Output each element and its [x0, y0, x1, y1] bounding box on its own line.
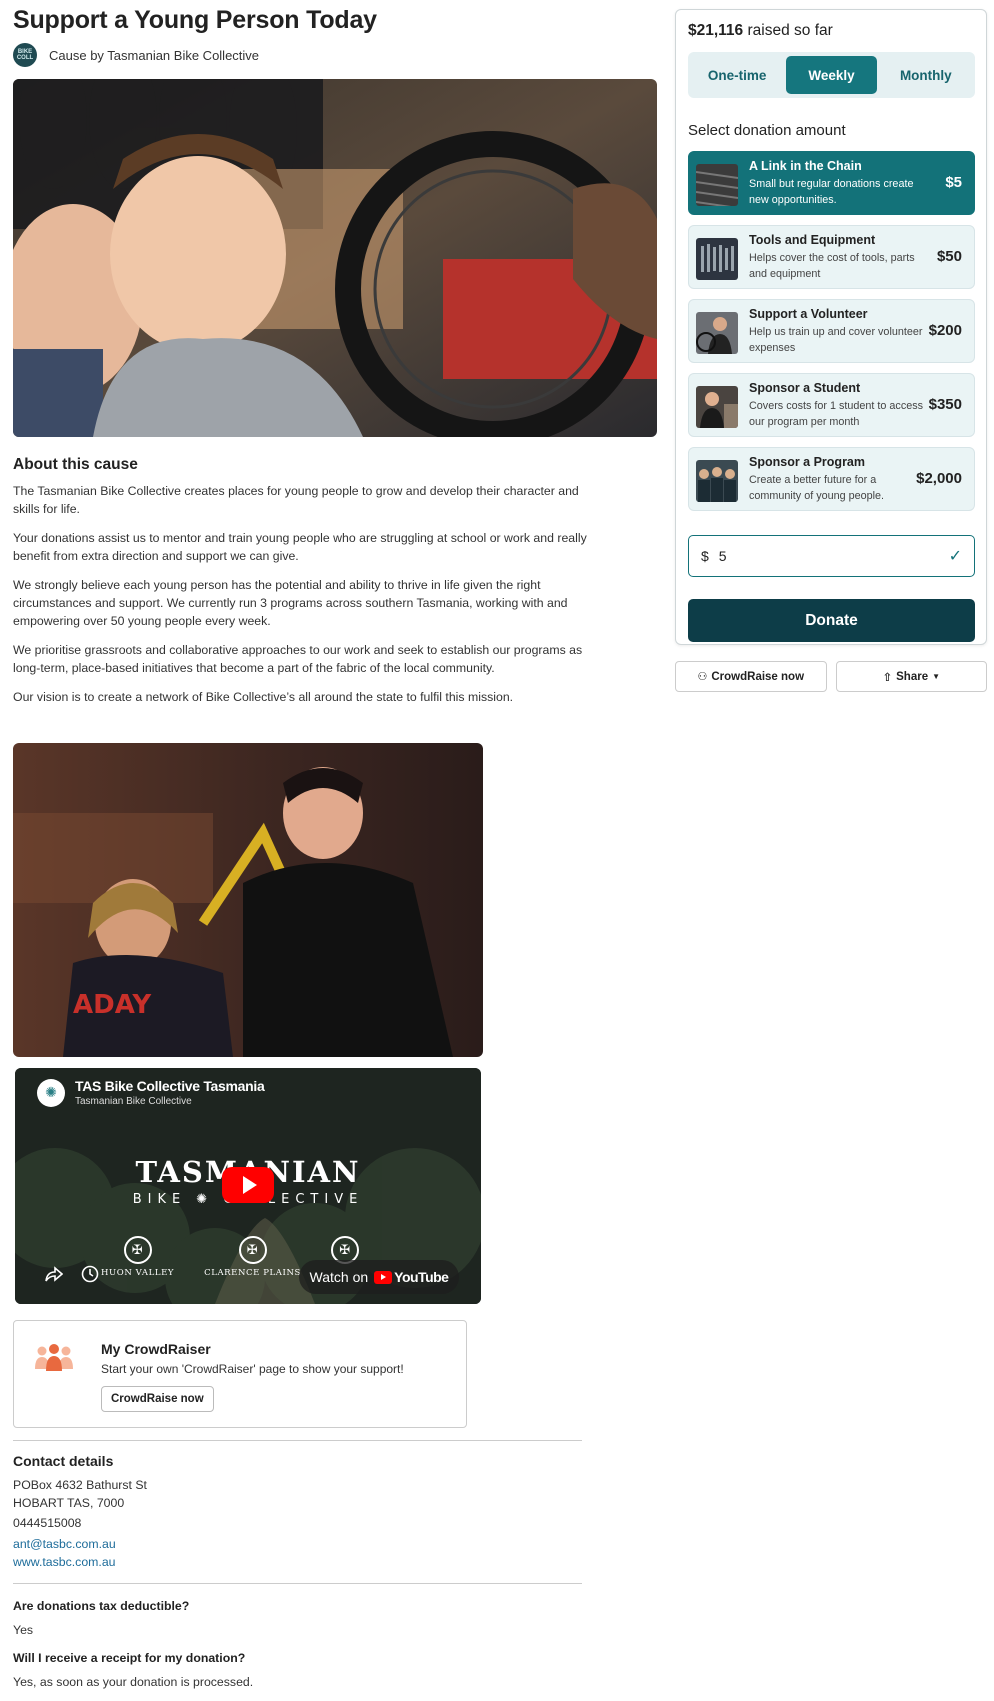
- hero-image: [13, 79, 657, 437]
- watch-on-youtube-button[interactable]: Watch on YouTube: [299, 1260, 459, 1294]
- youtube-logo: YouTube: [374, 1269, 449, 1285]
- raised-suffix: raised so far: [743, 22, 833, 39]
- crowdraise-now-button[interactable]: CrowdRaise now: [101, 1386, 214, 1412]
- donate-button[interactable]: Donate: [688, 599, 975, 642]
- tier-description: Helps cover the cost of tools, parts and…: [749, 252, 915, 280]
- contact-website-link[interactable]: www.tasbc.com.au: [13, 1555, 116, 1569]
- video-title[interactable]: TAS Bike Collective Tasmania: [75, 1078, 265, 1094]
- page-title: Support a Young Person Today: [13, 6, 377, 34]
- select-amount-label: Select donation amount: [688, 122, 846, 139]
- donation-tier-volunteer[interactable]: Support a Volunteer Help us train up and…: [688, 299, 975, 363]
- contact-address-line2: HOBART TAS, 7000: [13, 1496, 125, 1510]
- about-paragraph: Our vision is to create a network of Bik…: [13, 690, 514, 704]
- youtube-label: YouTube: [394, 1269, 449, 1285]
- donation-panel: $21,116 raised so far One-time Weekly Mo…: [675, 9, 987, 645]
- youtube-icon: [374, 1270, 393, 1284]
- video-header: ✺ TAS Bike Collective Tasmania Tasmanian…: [37, 1078, 265, 1107]
- currency-symbol: $: [701, 548, 709, 564]
- donation-tier-student[interactable]: Sponsor a Student Covers costs for 1 stu…: [688, 373, 975, 437]
- share-arrow-icon[interactable]: [43, 1263, 65, 1285]
- contact-phone: 0444515008: [13, 1516, 82, 1530]
- people-icon: ⚇: [697, 671, 708, 683]
- tier-name: Sponsor a Student: [749, 381, 861, 395]
- tier-name: Support a Volunteer: [749, 307, 868, 321]
- crowdraise-now-side-button[interactable]: ⚇ CrowdRaise now: [675, 661, 827, 692]
- contact-title: Contact details: [13, 1453, 114, 1469]
- faq-question: Will I receive a receipt for my donation…: [13, 1651, 246, 1665]
- share-label: Share: [896, 670, 929, 683]
- crowdraiser-card: My CrowdRaiser Start your own 'CrowdRais…: [13, 1320, 467, 1428]
- tier-description: Covers costs for 1 student to access our…: [749, 400, 924, 428]
- about-paragraph: We strongly believe each young person ha…: [13, 578, 568, 628]
- tier-name: A Link in the Chain: [749, 159, 862, 173]
- tier-description: Help us train up and cover volunteer exp…: [749, 326, 923, 354]
- tier-amount: $5: [945, 174, 962, 191]
- contact-address-line1: POBox 4632 Bathurst St: [13, 1478, 147, 1492]
- caret-down-icon: ▼: [932, 672, 941, 681]
- tier-description: Small but regular donations create new o…: [749, 178, 914, 206]
- contact-email-link[interactable]: ant@tasbc.com.au: [13, 1537, 116, 1551]
- seal-icon: ✠: [238, 1236, 267, 1264]
- frequency-toggle: One-time Weekly Monthly: [688, 52, 975, 98]
- location-logo: ✠ CLARENCE PLAINS: [204, 1236, 301, 1278]
- divider: [13, 1583, 582, 1584]
- about-body: The Tasmanian Bike Collective creates pl…: [13, 482, 588, 717]
- channel-logo-icon[interactable]: ✺: [37, 1078, 65, 1107]
- about-paragraph: Your donations assist us to mentor and t…: [13, 531, 587, 563]
- play-icon[interactable]: [222, 1167, 274, 1203]
- crowdraise-label: CrowdRaise now: [711, 670, 805, 683]
- divider: [13, 1440, 582, 1441]
- donation-tier-tools[interactable]: Tools and Equipment Helps cover the cost…: [688, 225, 975, 289]
- frequency-monthly-button[interactable]: Monthly: [881, 56, 971, 94]
- checkmark-icon: ✓: [948, 548, 962, 565]
- about-paragraph: We prioritise grassroots and collaborati…: [13, 643, 583, 675]
- share-button[interactable]: ⇧ Share ▼: [835, 661, 987, 692]
- org-logo-text: BIKE COLL: [16, 49, 34, 61]
- tier-thumbnail: [696, 164, 738, 206]
- tier-description: Create a better future for a community o…: [749, 474, 885, 502]
- crowdraiser-description: Start your own 'CrowdRaiser' page to sho…: [101, 1362, 404, 1376]
- frequency-weekly-button[interactable]: Weekly: [786, 56, 877, 94]
- location-label: CLARENCE PLAINS: [204, 1268, 301, 1278]
- watch-later-icon[interactable]: [79, 1263, 101, 1285]
- watch-on-label: Watch on: [309, 1269, 369, 1285]
- video-controls: [43, 1263, 101, 1285]
- faq-answer: Yes, as soon as your donation is process…: [13, 1675, 254, 1689]
- donation-amount-input[interactable]: [718, 548, 949, 564]
- secondary-actions: ⚇ CrowdRaise now ⇧ Share ▼: [675, 661, 987, 692]
- donation-tier-link-in-chain[interactable]: A Link in the Chain Small but regular do…: [688, 151, 975, 215]
- tier-thumbnail: [696, 386, 738, 428]
- donation-amount-field[interactable]: $ ✓: [688, 535, 975, 577]
- location-label: HUON VALLEY: [101, 1268, 175, 1278]
- video-embed[interactable]: ✺ TAS Bike Collective Tasmania Tasmanian…: [15, 1068, 481, 1304]
- org-logo[interactable]: BIKE COLL: [13, 43, 37, 67]
- tier-thumbnail: [696, 238, 738, 280]
- faq-question: Are donations tax deductible?: [13, 1599, 190, 1613]
- tier-name: Sponsor a Program: [749, 455, 865, 469]
- about-title: About this cause: [13, 456, 138, 473]
- workshop-photo: ADAY: [13, 743, 483, 1057]
- tier-amount: $350: [928, 396, 962, 413]
- people-icon: [34, 1343, 74, 1373]
- tier-amount: $200: [928, 322, 962, 339]
- upload-icon: ⇧: [882, 671, 893, 684]
- tier-thumbnail: [696, 312, 738, 354]
- faq-answer: Yes: [13, 1623, 34, 1637]
- svg-text:ADAY: ADAY: [73, 990, 152, 1020]
- about-paragraph: The Tasmanian Bike Collective creates pl…: [13, 484, 579, 516]
- raised-amount: $21,116: [688, 22, 744, 39]
- crowdraiser-title: My CrowdRaiser: [101, 1341, 211, 1357]
- location-logo: ✠ HUON VALLEY: [101, 1236, 174, 1278]
- cause-byline: BIKE COLL Cause by Tasmanian Bike Collec…: [13, 43, 259, 67]
- video-channel[interactable]: Tasmanian Bike Collective: [75, 1096, 265, 1107]
- tier-amount: $50: [936, 248, 962, 265]
- donation-tier-program[interactable]: Sponsor a Program Create a better future…: [688, 447, 975, 511]
- seal-icon: ✠: [123, 1236, 152, 1264]
- tier-name: Tools and Equipment: [749, 233, 876, 247]
- byline-text: Cause by Tasmanian Bike Collective: [49, 47, 260, 63]
- frequency-one-time-button[interactable]: One-time: [692, 56, 782, 94]
- raised-summary: $21,116 raised so far: [688, 22, 833, 40]
- tier-amount: $2,000: [916, 470, 962, 487]
- tier-thumbnail: [696, 460, 738, 502]
